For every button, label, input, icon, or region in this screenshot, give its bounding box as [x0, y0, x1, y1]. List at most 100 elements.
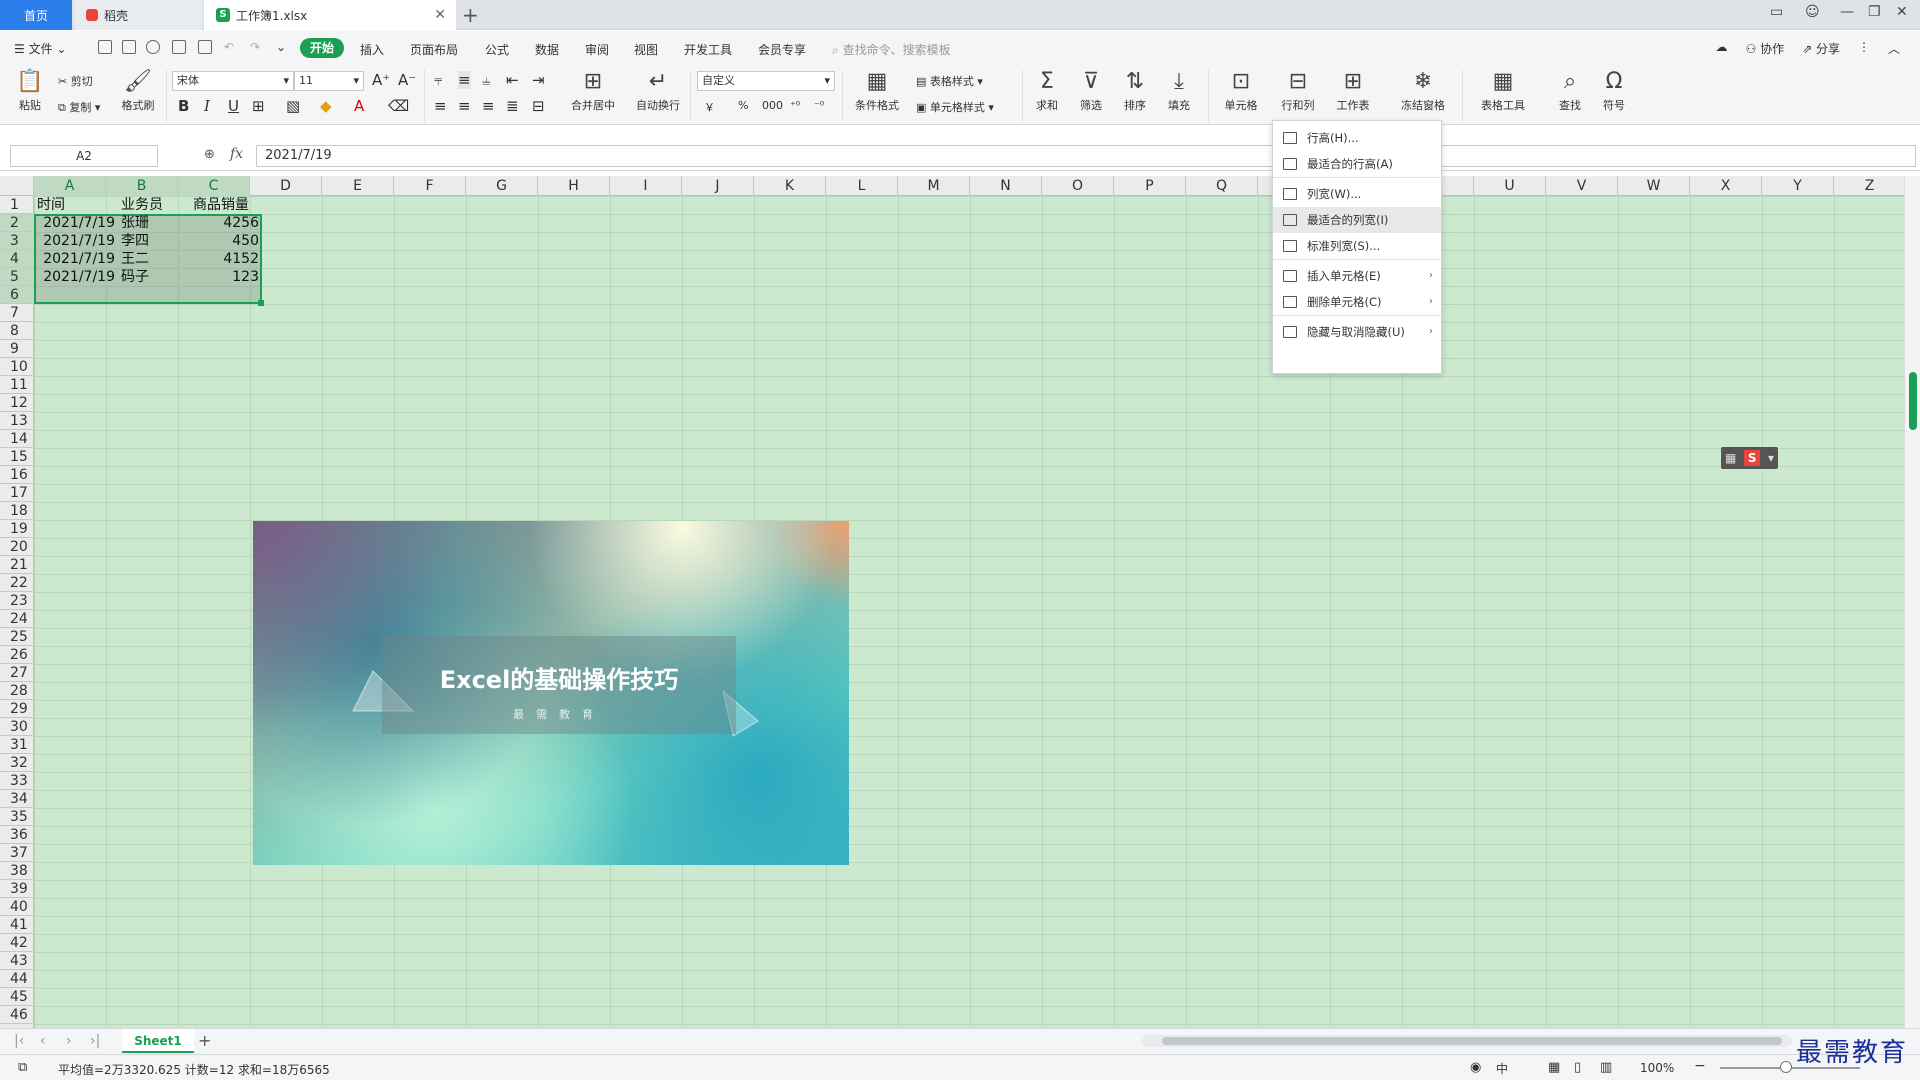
column-header-b[interactable]: B [106, 176, 178, 196]
tab-formulas[interactable]: 公式 [485, 41, 509, 58]
row-header-5[interactable]: 5 [0, 268, 34, 286]
header-cell[interactable]: 商品销量 [190, 196, 262, 214]
tab-data[interactable]: 数据 [535, 41, 559, 58]
menu-item-insert-cell[interactable]: 插入单元格(E) › [1273, 263, 1441, 289]
row-header-36[interactable]: 36 [0, 826, 34, 844]
file-menu[interactable]: ☰ 文件 ⌄ [14, 40, 66, 57]
data-cell[interactable]: 4256 [190, 214, 262, 232]
zoom-level[interactable]: 100% [1640, 1061, 1674, 1075]
row-header-40[interactable]: 40 [0, 898, 34, 916]
row-header-4[interactable]: 4 [0, 250, 34, 268]
fx-icon[interactable]: fx [230, 146, 243, 162]
percent-button[interactable]: % [738, 99, 748, 112]
data-cell[interactable]: 张珊 [118, 214, 190, 232]
data-cell[interactable]: 2021/7/19 [34, 268, 118, 286]
header-cell[interactable]: 时间 [34, 196, 118, 214]
restore-icon[interactable]: ❐ [1868, 4, 1881, 20]
column-header-l[interactable]: L [826, 176, 898, 196]
italic-button[interactable]: I [204, 97, 210, 115]
cell-style-button[interactable]: ▣ 单元格样式 ▾ [916, 99, 994, 115]
row-header-20[interactable]: 20 [0, 538, 34, 556]
row-header-6[interactable]: 6 [0, 286, 34, 304]
row-header-19[interactable]: 19 [0, 520, 34, 538]
row-header-33[interactable]: 33 [0, 772, 34, 790]
vertical-scrollbar[interactable] [1904, 176, 1920, 1028]
layout-icon[interactable]: ▭ [1770, 4, 1783, 20]
currency-button[interactable]: ￥ [704, 99, 715, 115]
row-header-7[interactable]: 7 [0, 304, 34, 322]
find-button[interactable]: ⌕ 查找 [1552, 69, 1588, 113]
tab-daoke[interactable]: 稻壳 [74, 0, 202, 30]
font-color-icon[interactable]: A [354, 97, 364, 115]
column-header-v[interactable]: V [1546, 176, 1618, 196]
tab-review[interactable]: 审阅 [585, 41, 609, 58]
column-header-e[interactable]: E [322, 176, 394, 196]
new-file-icon[interactable] [98, 40, 112, 54]
merge-center-button[interactable]: ⊞ 合并居中 [562, 69, 624, 113]
row-header-25[interactable]: 25 [0, 628, 34, 646]
prev-sheet-icon[interactable]: ‹ [40, 1033, 46, 1049]
cell-fill-icon[interactable]: ▧ [286, 97, 300, 115]
save-icon[interactable] [122, 40, 136, 54]
row-header-12[interactable]: 12 [0, 394, 34, 412]
lang-icon[interactable]: 中 [1496, 1060, 1508, 1077]
spreadsheet-grid[interactable]: ABCDEFGHIJKLMNOPQRSTUVWXYZ 1234567891011… [0, 176, 1904, 1028]
tab-developer[interactable]: 开发工具 [684, 41, 732, 58]
row-header-3[interactable]: 3 [0, 232, 34, 250]
row-header-41[interactable]: 41 [0, 916, 34, 934]
row-header-8[interactable]: 8 [0, 322, 34, 340]
cloud-sync-icon[interactable]: ☁ [1716, 40, 1728, 57]
data-cell[interactable]: 李四 [118, 232, 190, 250]
indent-increase-icon[interactable]: ⇥ [532, 71, 545, 89]
row-header-23[interactable]: 23 [0, 592, 34, 610]
menu-item-delete-cell[interactable]: 删除单元格(C) › [1273, 289, 1441, 315]
close-tab-icon[interactable]: ✕ [434, 7, 446, 23]
quick-access-more-icon[interactable]: ⌄ [276, 40, 286, 54]
fill-handle[interactable] [258, 300, 264, 306]
border-icon[interactable]: ⊞ [252, 97, 265, 115]
redo-icon[interactable]: ↷ [250, 40, 260, 54]
new-tab-button[interactable]: + [462, 3, 479, 27]
worksheet-button[interactable]: ⊞ 工作表 [1330, 69, 1376, 113]
column-header-g[interactable]: G [466, 176, 538, 196]
row-header-26[interactable]: 26 [0, 646, 34, 664]
header-cell[interactable]: 业务员 [118, 196, 190, 214]
share-button[interactable]: ⇗ 分享 [1802, 40, 1840, 57]
row-header-37[interactable]: 37 [0, 844, 34, 862]
row-header-2[interactable]: 2 [0, 214, 34, 232]
row-header-43[interactable]: 43 [0, 952, 34, 970]
align-left-icon[interactable]: ≡ [434, 97, 447, 115]
collapse-ribbon-icon[interactable]: ︿ [1888, 40, 1900, 57]
data-cell[interactable]: 4152 [190, 250, 262, 268]
row-header-46[interactable]: 46 [0, 1006, 34, 1024]
thousands-button[interactable]: 000 [762, 99, 783, 112]
highlight-icon[interactable]: ◆ [320, 97, 332, 115]
row-header-17[interactable]: 17 [0, 484, 34, 502]
next-sheet-icon[interactable]: › [66, 1033, 72, 1049]
column-header-j[interactable]: J [682, 176, 754, 196]
row-header-1[interactable]: 1 [0, 196, 34, 214]
symbol-button[interactable]: Ω 符号 [1596, 69, 1632, 113]
close-window-icon[interactable]: ✕ [1896, 4, 1908, 20]
clear-format-icon[interactable]: ⌫ [388, 97, 409, 115]
tab-page-layout[interactable]: 页面布局 [410, 41, 458, 58]
column-header-x[interactable]: X [1690, 176, 1762, 196]
column-header-o[interactable]: O [1042, 176, 1114, 196]
menu-item-std-width[interactable]: 标准列宽(S)... [1273, 233, 1441, 259]
row-header-39[interactable]: 39 [0, 880, 34, 898]
column-header-a[interactable]: A [34, 176, 106, 196]
number-format-select[interactable]: 自定义 ▾ [697, 71, 835, 91]
tab-home[interactable]: 首页 [0, 0, 72, 30]
cut-button[interactable]: ✂ 剪切 [58, 73, 93, 89]
data-cell[interactable]: 王二 [118, 250, 190, 268]
row-header-30[interactable]: 30 [0, 718, 34, 736]
row-header-22[interactable]: 22 [0, 574, 34, 592]
column-header-c[interactable]: C [178, 176, 250, 196]
conditional-format-button[interactable]: ▦ 条件格式 [848, 69, 906, 113]
row-header-21[interactable]: 21 [0, 556, 34, 574]
more-icon[interactable]: ⋮ [1858, 40, 1870, 57]
data-cell[interactable]: 2021/7/19 [34, 214, 118, 232]
cloud-icon[interactable] [146, 40, 160, 54]
zoom-formula-icon[interactable]: ⊕ [204, 147, 215, 162]
command-search[interactable]: ⌕ 查找命令、搜索模板 [832, 41, 951, 58]
